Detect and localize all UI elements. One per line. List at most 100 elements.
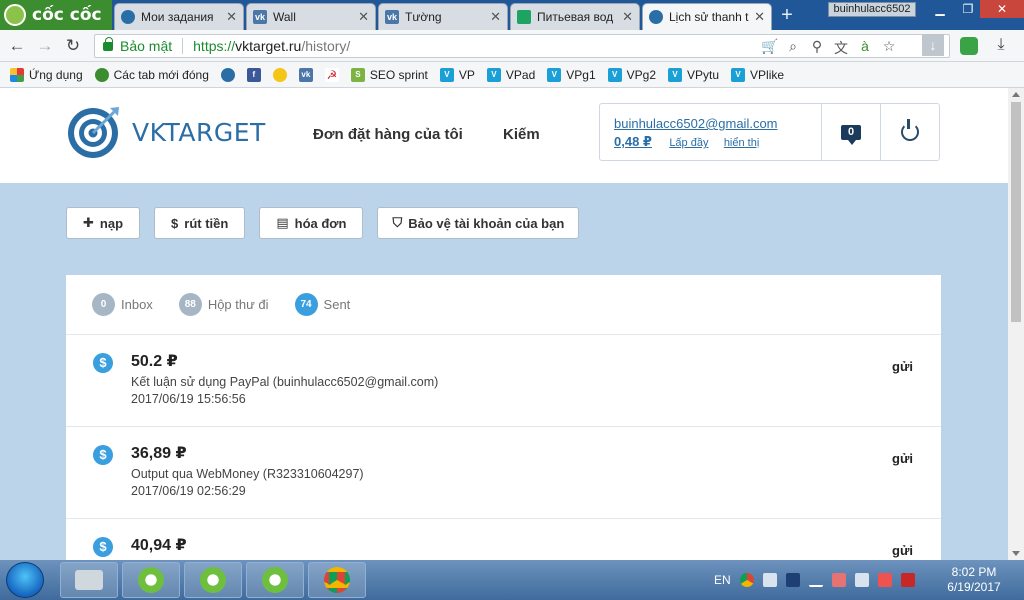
- account-email[interactable]: buinhulacc6502@gmail.com: [614, 116, 778, 131]
- tab-pitevaya[interactable]: Питьевая вод ✕: [510, 3, 640, 30]
- window-close-button[interactable]: ✕: [980, 0, 1024, 18]
- show-link[interactable]: hiển thị: [724, 137, 759, 149]
- restore-button[interactable]: ❐: [954, 0, 982, 18]
- taskbar-coccoc-3[interactable]: [246, 562, 304, 598]
- language-indicator[interactable]: EN: [714, 573, 731, 587]
- vk-icon: vk: [253, 10, 267, 24]
- logout-button[interactable]: [880, 104, 939, 160]
- bookmark-label: VPlike: [750, 67, 785, 82]
- tab-tuong[interactable]: vk Tường ✕: [378, 3, 508, 30]
- vk-icon: vk: [298, 67, 313, 82]
- bookmark-vk[interactable]: vk: [298, 67, 313, 82]
- back-button[interactable]: ←: [6, 36, 28, 56]
- messages-button[interactable]: 0: [821, 104, 880, 160]
- clock-time: 8:02 PM: [951, 565, 997, 579]
- nav-my-orders[interactable]: Đơn đặt hàng của tôi: [313, 126, 463, 143]
- bookmark-label: VP: [458, 67, 475, 82]
- transaction-description: Output qua WebMoney (R323310604297): [131, 467, 364, 481]
- close-icon[interactable]: ✕: [358, 9, 369, 25]
- coccoc-logo[interactable]: cốc cốc: [0, 0, 112, 30]
- forward-button[interactable]: →: [34, 36, 56, 56]
- bookmark-recent-tabs[interactable]: Các tab mới đóng: [94, 67, 209, 82]
- bookmark-yellow[interactable]: [272, 67, 287, 82]
- taskbar-keyboard-app[interactable]: [60, 562, 118, 598]
- flag-icon[interactable]: [877, 573, 892, 587]
- deposit-button[interactable]: ✚ nạp: [66, 207, 141, 239]
- shield-extension-icon[interactable]: [960, 37, 978, 55]
- key-icon[interactable]: ⚲: [809, 38, 825, 58]
- coccoc-a-icon[interactable]: à: [857, 38, 873, 58]
- download-button[interactable]: ↓: [922, 34, 944, 56]
- vktarget-icon: [121, 10, 135, 24]
- bluetooth-icon[interactable]: [785, 573, 800, 587]
- transaction-row[interactable]: $ 36,89 ₽ Output qua WebMoney (R32331060…: [66, 427, 941, 519]
- taskbar-coccoc-1[interactable]: [122, 562, 180, 598]
- transaction-row[interactable]: $ 50.2 ₽ Kết luận sử dụng PayPal (buinhu…: [66, 335, 941, 427]
- invoices-button[interactable]: ▤ hóa đơn: [259, 207, 364, 239]
- bookmark-seo-sprint[interactable]: S SEO sprint: [350, 67, 428, 82]
- bookmark-label: Ứng dụng: [29, 67, 83, 82]
- close-icon[interactable]: ✕: [754, 9, 765, 25]
- address-bar[interactable]: Bảo mật https:// vktarget.ru /history/ 🛒…: [94, 34, 950, 58]
- bookmark-vpytu[interactable]: V VPytu: [668, 67, 719, 82]
- profile-chip[interactable]: buinhulacc6502: [828, 2, 916, 17]
- transaction-status: gửi: [892, 451, 913, 466]
- bookmark-vpg2[interactable]: V VPg2: [607, 67, 656, 82]
- zoom-icon[interactable]: ⌕: [785, 38, 801, 58]
- bookmark-vktarget[interactable]: [220, 67, 235, 82]
- network-signal-icon[interactable]: [808, 573, 823, 587]
- vk-icon: vk: [385, 10, 399, 24]
- volume-icon[interactable]: [762, 573, 777, 587]
- bookmark-apps[interactable]: Ứng dụng: [10, 67, 83, 82]
- scroll-up-arrow-icon[interactable]: [1012, 92, 1020, 97]
- bookmark-vpg1[interactable]: V VPg1: [547, 67, 596, 82]
- minimize-button[interactable]: ▁: [926, 0, 954, 18]
- system-clock[interactable]: 8:02 PM 6/19/2017: [942, 565, 1006, 595]
- bookmark-vplike[interactable]: V VPlike: [731, 67, 785, 82]
- keyboard-icon: [75, 570, 103, 590]
- transaction-row[interactable]: $ 40,94 ₽ gửi: [66, 519, 941, 560]
- shopping-cart-icon[interactable]: 🛒: [761, 38, 778, 58]
- taskbar-chrome[interactable]: [308, 562, 366, 598]
- v-tray-icon[interactable]: [900, 573, 915, 587]
- scroll-down-arrow-icon[interactable]: [1012, 551, 1020, 556]
- tab-lich-su[interactable]: Lịch sử thanh t ✕: [642, 3, 772, 30]
- chrome-tray-icon[interactable]: [739, 573, 754, 587]
- account-balance[interactable]: 0,48 ₽: [614, 134, 652, 149]
- bookmark-vp[interactable]: V VP: [439, 67, 475, 82]
- hammer-sickle-icon: ☭: [324, 67, 339, 82]
- transaction-date: 2017/06/19 15:56:56: [131, 392, 246, 406]
- v-icon: V: [547, 67, 562, 82]
- tab-wall[interactable]: vk Wall ✕: [246, 3, 376, 30]
- scrollbar-thumb[interactable]: [1011, 102, 1021, 322]
- reload-button[interactable]: ↻: [62, 36, 84, 56]
- bookmark-hammer[interactable]: ☭: [324, 67, 339, 82]
- translate-icon[interactable]: 文: [833, 38, 849, 58]
- close-icon[interactable]: ✕: [622, 9, 633, 25]
- button-label: nạp: [99, 215, 124, 231]
- filter-outbox[interactable]: 88 Hộp thư đi: [178, 293, 269, 316]
- withdraw-button[interactable]: $ rút tiền: [154, 207, 246, 239]
- bookmark-facebook[interactable]: f: [246, 67, 261, 82]
- star-icon[interactable]: ☆: [881, 38, 897, 58]
- close-icon[interactable]: ✕: [226, 9, 237, 25]
- page-scrollbar[interactable]: [1008, 88, 1024, 560]
- seosprint-icon: S: [350, 67, 365, 82]
- topup-link[interactable]: Lấp đầy: [669, 137, 708, 149]
- filter-inbox[interactable]: 0 Inbox: [92, 293, 153, 316]
- taskbar-coccoc-2[interactable]: [184, 562, 242, 598]
- tab-moi-zadaniya[interactable]: Мои задания ✕: [114, 3, 244, 30]
- bookmark-vpad[interactable]: V VPad: [486, 67, 535, 82]
- nav-earn[interactable]: Kiếm: [503, 126, 540, 143]
- clipboard-icon[interactable]: [854, 573, 869, 587]
- new-tab-button[interactable]: +: [776, 4, 798, 26]
- filter-sent[interactable]: 74 Sent: [294, 293, 350, 316]
- site-logo[interactable]: VKTARGET: [66, 104, 266, 160]
- start-button[interactable]: [6, 562, 44, 598]
- close-icon[interactable]: ✕: [490, 9, 501, 25]
- plus-icon: ✚: [83, 215, 94, 230]
- downloads-icon[interactable]: ⤓: [992, 36, 1010, 56]
- v-icon: V: [668, 67, 682, 82]
- protect-account-button[interactable]: ⛉ Bảo vệ tài khoản của bạn: [377, 207, 580, 239]
- tray-app-icon[interactable]: [831, 573, 846, 587]
